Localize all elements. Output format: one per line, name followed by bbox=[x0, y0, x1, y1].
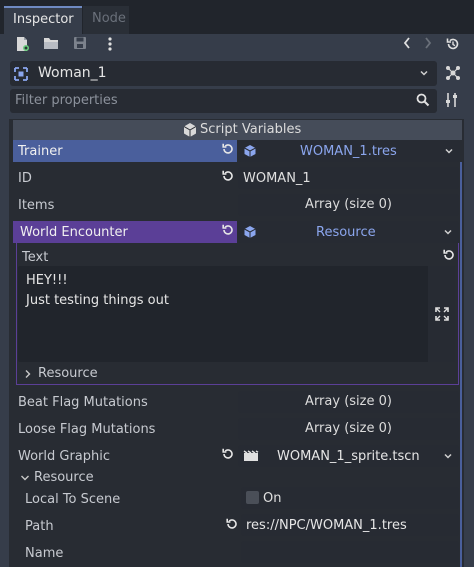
text-line-2: Just testing things out bbox=[26, 293, 169, 308]
revert-icon[interactable] bbox=[220, 447, 236, 465]
world-graphic-label: World Graphic bbox=[18, 449, 111, 464]
open-folder-icon[interactable] bbox=[41, 36, 61, 56]
nested-resource-label[interactable]: Resource bbox=[38, 366, 98, 381]
revert-icon[interactable] bbox=[220, 142, 236, 160]
chevron-right-icon[interactable] bbox=[24, 368, 32, 383]
script-icon bbox=[183, 122, 197, 142]
loose-flag-array-button[interactable]: Array (size 0) bbox=[238, 418, 459, 440]
trainer-nest-line bbox=[460, 162, 462, 567]
revert-icon[interactable] bbox=[224, 517, 240, 535]
beat-flag-label: Beat Flag Mutations bbox=[18, 395, 148, 410]
filter-placeholder: Filter properties bbox=[15, 93, 118, 108]
section-title: Script Variables bbox=[200, 122, 302, 137]
items-array-button[interactable]: Array (size 0) bbox=[238, 194, 459, 216]
tab-inspector[interactable]: Inspector bbox=[4, 6, 82, 34]
world-graphic-value: WOMAN_1_sprite.tscn bbox=[277, 449, 420, 464]
text-line-1: HEY!!! bbox=[26, 273, 68, 288]
name-label: Name bbox=[25, 546, 64, 561]
trainer-value: WOMAN_1.tres bbox=[300, 144, 397, 159]
chevron-down-icon[interactable] bbox=[442, 226, 454, 242]
recent-history-icon[interactable] bbox=[443, 36, 463, 56]
search-icon bbox=[416, 93, 430, 111]
path-label: Path bbox=[25, 519, 54, 534]
save-icon[interactable] bbox=[70, 36, 90, 56]
text-editor[interactable] bbox=[18, 266, 455, 362]
beat-flag-array-button[interactable]: Array (size 0) bbox=[238, 391, 459, 413]
node-type-icon bbox=[13, 66, 29, 82]
revert-icon[interactable] bbox=[441, 248, 457, 266]
id-label: ID bbox=[18, 171, 32, 186]
history-back-icon[interactable] bbox=[397, 36, 417, 56]
tab-node[interactable]: Node bbox=[83, 6, 129, 34]
filter-settings-icon[interactable] bbox=[444, 91, 460, 113]
name-field[interactable] bbox=[241, 541, 459, 563]
world-encounter-value: Resource bbox=[316, 225, 376, 240]
local-to-scene-label: Local To Scene bbox=[25, 492, 121, 507]
packed-scene-icon bbox=[243, 450, 259, 466]
revert-icon[interactable] bbox=[220, 169, 236, 187]
chevron-down-icon[interactable] bbox=[442, 450, 454, 466]
resource-group-label[interactable]: Resource bbox=[34, 470, 94, 485]
items-label: Items bbox=[18, 198, 55, 213]
object-properties-icon[interactable] bbox=[444, 64, 464, 84]
chevron-down-icon bbox=[418, 67, 430, 83]
history-forward-icon[interactable] bbox=[418, 36, 438, 56]
loose-flag-label: Loose Flag Mutations bbox=[18, 422, 156, 437]
text-label: Text bbox=[22, 250, 49, 265]
revert-icon[interactable] bbox=[220, 223, 236, 241]
local-to-scene-value: On bbox=[263, 491, 282, 506]
expand-editor-icon[interactable] bbox=[435, 307, 449, 325]
resource-cube-icon bbox=[243, 225, 257, 243]
more-options-icon[interactable] bbox=[100, 36, 120, 56]
trainer-label: Trainer bbox=[18, 144, 63, 159]
chevron-down-icon[interactable] bbox=[20, 472, 30, 487]
id-value: WOMAN_1 bbox=[243, 171, 311, 186]
local-to-scene-checkbox[interactable] bbox=[246, 491, 259, 504]
world-encounter-label: World Encounter bbox=[20, 225, 128, 240]
object-name: Woman_1 bbox=[38, 65, 107, 81]
new-resource-icon[interactable] bbox=[12, 36, 32, 56]
resource-cube-icon bbox=[243, 144, 257, 162]
path-value: res://NPC/WOMAN_1.tres bbox=[246, 518, 407, 533]
chevron-down-icon[interactable] bbox=[443, 145, 455, 161]
